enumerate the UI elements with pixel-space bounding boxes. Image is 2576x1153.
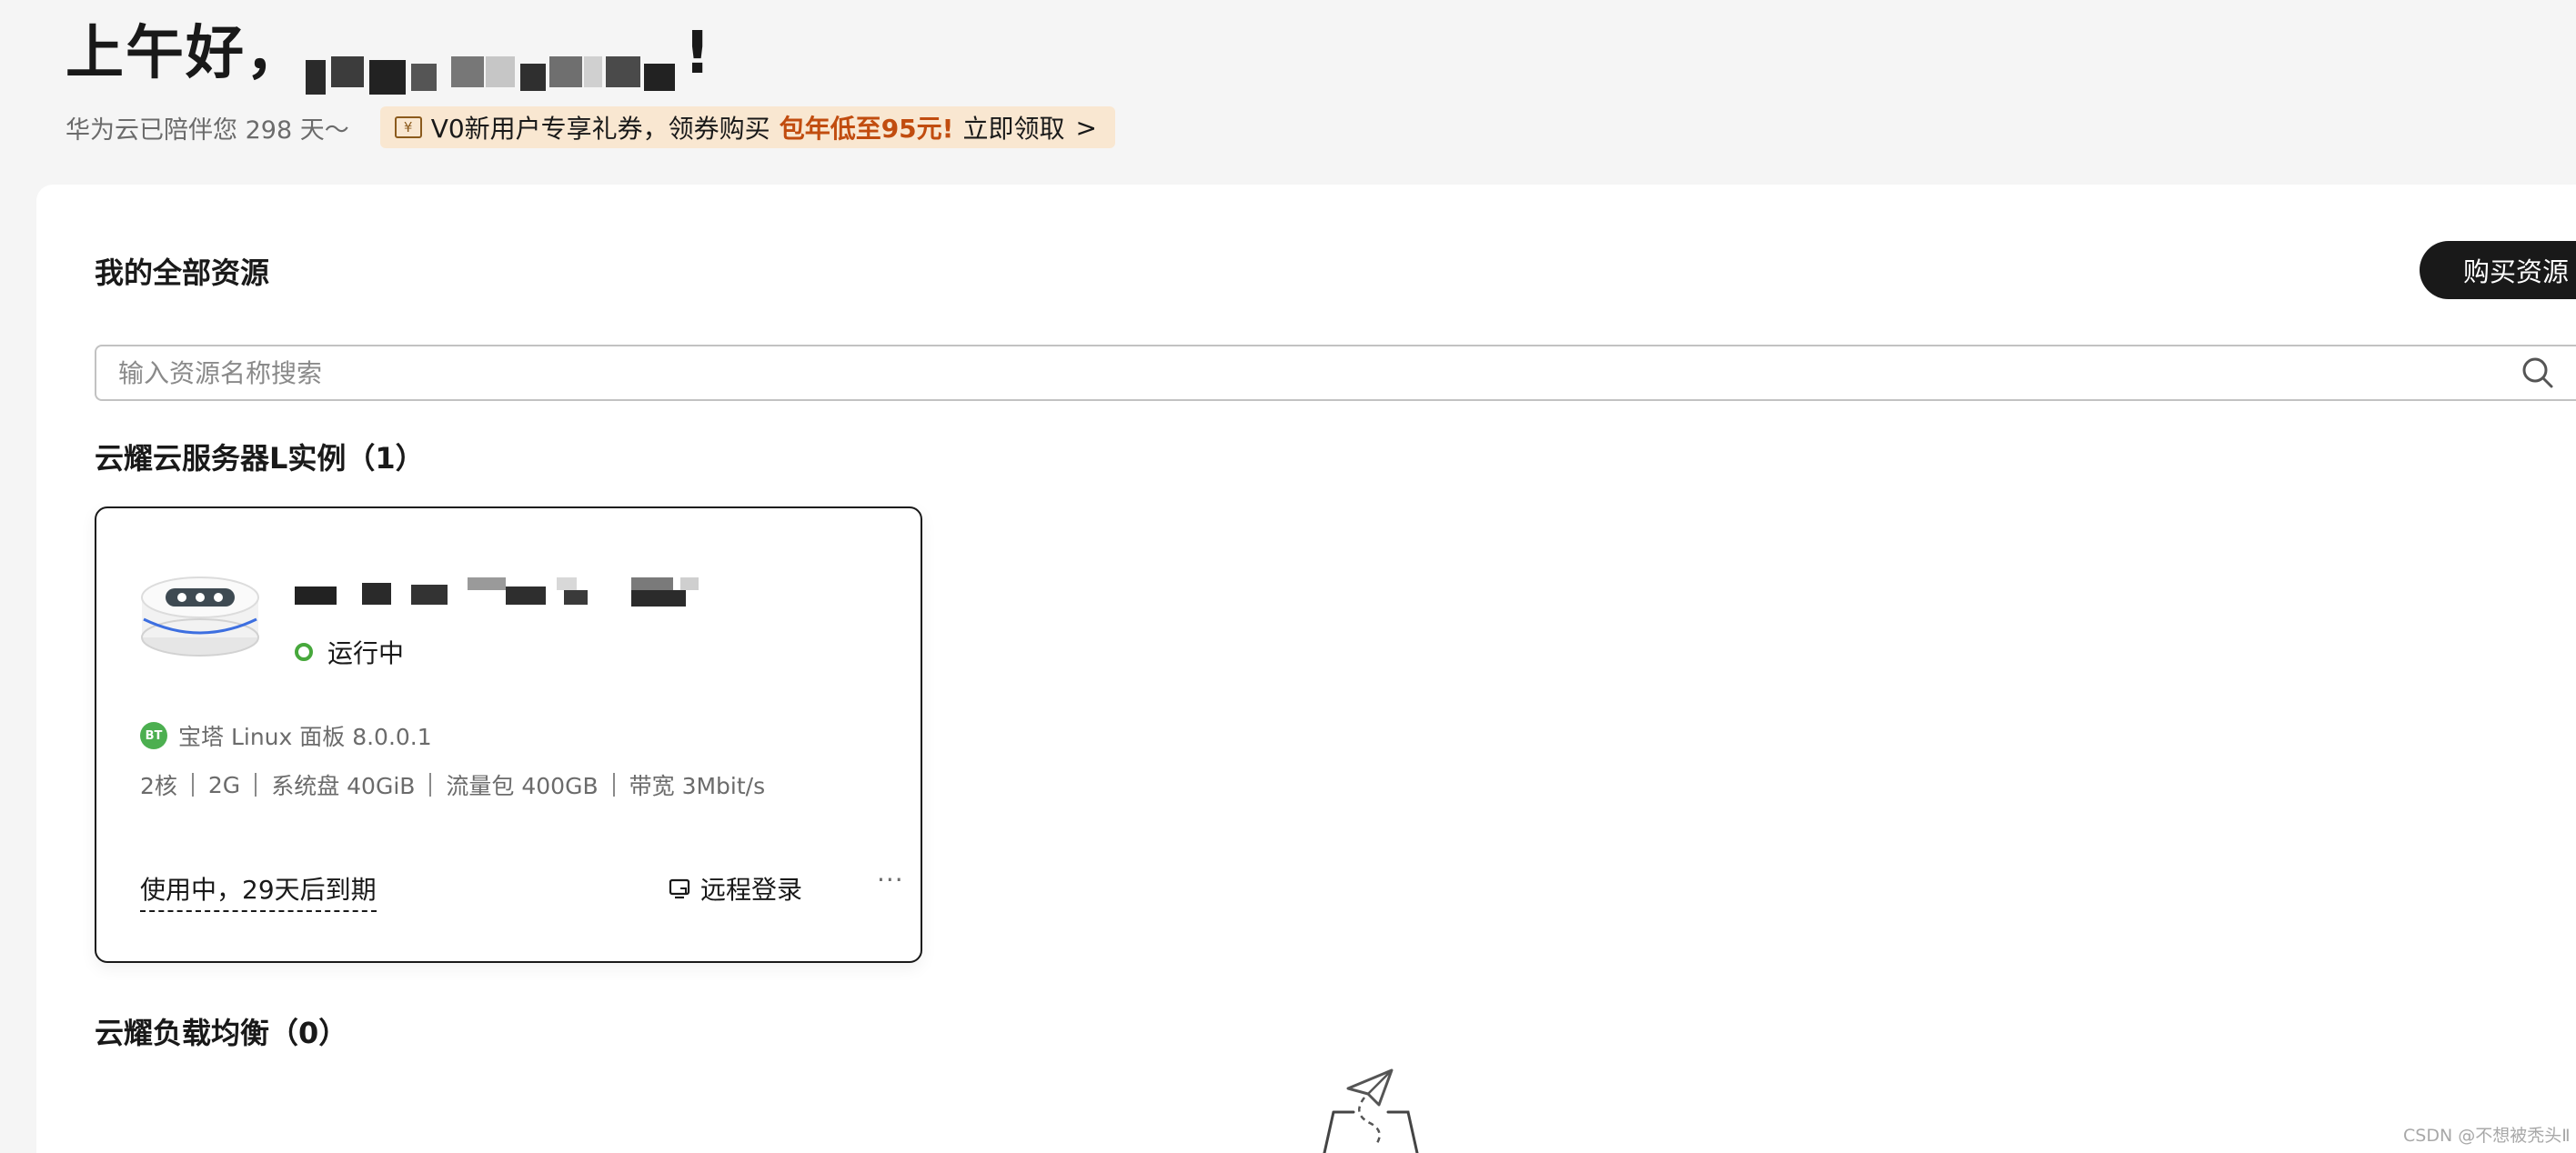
- spec-memory: 2G: [207, 771, 241, 798]
- greeting-heading: 上午好， !: [65, 13, 712, 95]
- status-running-dot: [295, 643, 313, 661]
- days-accompanied-text: 华为云已陪伴您 298 天～: [65, 115, 349, 145]
- remote-login-label: 远程登录: [700, 875, 803, 905]
- spec-bandwidth: 带宽 3Mbit/s: [629, 773, 766, 799]
- promo-claim-link[interactable]: 立即领取: [962, 109, 1064, 145]
- spec-traffic-package: 流量包 400GB: [446, 773, 599, 799]
- search-input[interactable]: [96, 356, 2518, 389]
- empty-state-paper-plane-icon: [1323, 1068, 1419, 1153]
- section-title-load-balancer: 云耀负载均衡（0）: [95, 1016, 348, 1050]
- instance-specs: 2核 2G 系统盘 40GiB 流量包 400GB 带宽 3Mbit/s: [140, 768, 765, 801]
- image-label: 宝塔 Linux 面板 8.0.0.1: [178, 724, 432, 750]
- watermark: CSDN @不想被秃头Ⅱ: [2403, 1126, 2571, 1146]
- spec-divider: [191, 773, 194, 797]
- search-icon[interactable]: [2518, 353, 2558, 393]
- resources-panel: 我的全部资源 购买资源 云耀云服务器L实例（1）: [36, 185, 2576, 1153]
- page-title: 我的全部资源: [95, 256, 270, 290]
- greeting-text: 上午好，: [65, 20, 306, 87]
- spec-cpu: 2核: [140, 773, 177, 799]
- promo-highlight: 包年低至95元!: [779, 114, 954, 144]
- more-actions-icon[interactable]: ···: [877, 865, 904, 895]
- remote-login-button[interactable]: 远程登录: [668, 870, 802, 907]
- spec-divider: [612, 773, 615, 797]
- promo-text: V0新用户专享礼券，领券购买: [430, 114, 770, 144]
- subline: 华为云已陪伴您 298 天～ ¥ V0新用户专享礼券，领券购买 包年低至95元!…: [65, 106, 1115, 148]
- instance-status: 运行中: [295, 634, 404, 670]
- masked-instance-name: [295, 577, 699, 607]
- spec-divider: [255, 773, 257, 797]
- masked-username: [306, 36, 684, 95]
- bt-panel-icon: BT: [140, 722, 167, 749]
- section-title-l-instance: 云耀云服务器L实例（1）: [95, 441, 425, 476]
- promo-banner[interactable]: ¥ V0新用户专享礼券，领券购买 包年低至95元! 立即领取 >: [379, 106, 1115, 148]
- spec-divider: [429, 773, 432, 797]
- coupon-icon: ¥: [394, 116, 422, 138]
- image-info: BT 宝塔 Linux 面板 8.0.0.1: [140, 719, 432, 752]
- remote-desktop-icon: [669, 878, 690, 899]
- buy-resources-button[interactable]: 购买资源: [2420, 241, 2576, 299]
- greeting-suffix: !: [684, 20, 713, 87]
- instance-card[interactable]: 运行中 BT 宝塔 Linux 面板 8.0.0.1 2核 2G 系统盘 40G…: [95, 506, 922, 963]
- resource-search: [95, 345, 2576, 401]
- spec-system-disk: 系统盘 40GiB: [271, 773, 416, 799]
- chevron-right-icon: >: [1075, 112, 1097, 143]
- server-icon: [141, 576, 259, 657]
- expiry-link[interactable]: 使用中，29天后到期: [140, 870, 377, 912]
- status-text: 运行中: [327, 638, 405, 668]
